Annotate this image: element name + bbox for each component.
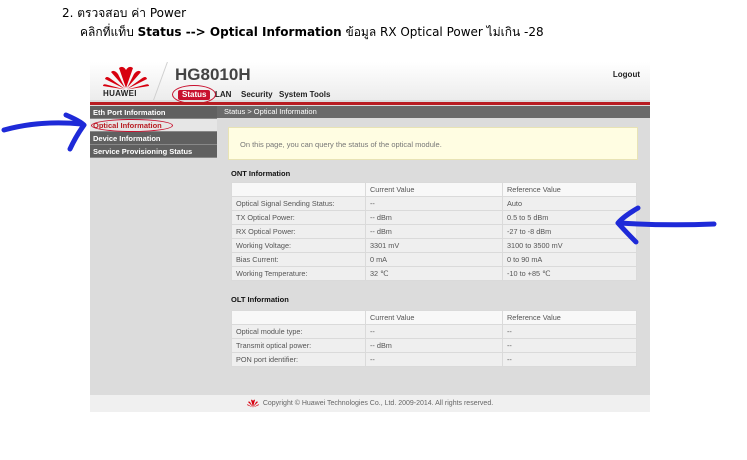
- header-cell: Current Value: [365, 182, 503, 197]
- logout-link[interactable]: Logout: [613, 70, 640, 79]
- tab-security[interactable]: Security: [241, 90, 273, 100]
- sidebar-item-device-information[interactable]: Device Information: [90, 132, 217, 145]
- copyright-text: Copyright © Huawei Technologies Co., Ltd…: [262, 400, 494, 407]
- header-cell: Reference Value: [502, 182, 637, 197]
- instruction-bold: Status --> Optical Information: [137, 25, 342, 39]
- olt-info-table: Current Value Reference Value Optical mo…: [231, 310, 637, 367]
- tab-lan[interactable]: LAN: [215, 90, 231, 100]
- header-cell: [231, 182, 366, 197]
- breadcrumb: Status > Optical Information: [217, 106, 650, 118]
- table-row: Working Voltage: 3301 mV 3100 to 3500 mV: [231, 238, 637, 253]
- row-label: Optical Signal Sending Status:: [231, 196, 366, 211]
- optical-item-highlight-circle: [91, 119, 173, 132]
- main-content: Status > Optical Information On this pag…: [217, 106, 650, 396]
- header-cell: [231, 310, 366, 325]
- info-notice: On this page, you can query the status o…: [228, 127, 638, 160]
- ont-info-table: Current Value Reference Value Optical Si…: [231, 182, 637, 281]
- row-label: Bias Current:: [231, 252, 366, 267]
- table-row: RX Optical Power: -- dBm -27 to -8 dBm: [231, 224, 637, 239]
- huawei-small-logo-icon: [246, 399, 259, 408]
- ont-section-title: ONT Information: [231, 169, 291, 178]
- current-value: 0 mA: [365, 252, 503, 267]
- current-value: 3301 mV: [365, 238, 503, 253]
- row-label: Working Voltage:: [231, 238, 366, 253]
- current-value: --: [365, 196, 503, 211]
- reference-value: -10 to +85 ℃: [502, 266, 637, 281]
- table-row: Optical module type: -- --: [231, 324, 637, 339]
- reference-value: --: [502, 338, 637, 353]
- header-cell: Reference Value: [502, 310, 637, 325]
- instruction-suffix: ข้อมูล RX Optical Power ไม่เกิน -28: [341, 25, 544, 39]
- reference-value: 0 to 90 mA: [502, 252, 637, 267]
- table-header-row: Current Value Reference Value: [231, 182, 637, 197]
- router-web-ui: HUAWEI HG8010H Logout Status LAN Securit…: [90, 62, 650, 412]
- row-label: Optical module type:: [231, 324, 366, 339]
- table-row: Bias Current: 0 mA 0 to 90 mA: [231, 252, 637, 267]
- current-value: -- dBm: [365, 210, 503, 225]
- model-name: HG8010H: [175, 65, 251, 84]
- brand-name: HUAWEI: [103, 89, 137, 98]
- annotation-arrow-left-icon: [615, 205, 717, 245]
- table-row: Transmit optical power: -- dBm --: [231, 338, 637, 353]
- current-value: --: [365, 324, 503, 339]
- table-row: TX Optical Power: -- dBm 0.5 to 5 dBm: [231, 210, 637, 225]
- row-label: TX Optical Power:: [231, 210, 366, 225]
- table-row: PON port identifier: -- --: [231, 352, 637, 367]
- header-separator: [153, 62, 168, 100]
- table-row: Optical Signal Sending Status: -- Auto: [231, 196, 637, 211]
- doc-heading: 2. ตรวจสอบ ค่า Power: [62, 6, 187, 20]
- row-label: Transmit optical power:: [231, 338, 366, 353]
- reference-value: --: [502, 324, 637, 339]
- sidebar-item-service-provisioning[interactable]: Service Provisioning Status: [90, 145, 217, 158]
- reference-value: --: [502, 352, 637, 367]
- instruction-prefix: คลิกที่แท็บ: [80, 25, 138, 39]
- olt-section-title: OLT Information: [231, 295, 289, 304]
- table-row: Working Temperature: 32 ℃ -10 to +85 ℃: [231, 266, 637, 281]
- current-value: -- dBm: [365, 224, 503, 239]
- header-cell: Current Value: [365, 310, 503, 325]
- header-red-bar: [90, 102, 650, 105]
- sidebar: Eth Port Information Optical Information…: [90, 106, 217, 158]
- row-label: RX Optical Power:: [231, 224, 366, 239]
- annotation-arrow-right-icon: [1, 112, 87, 152]
- footer: Copyright © Huawei Technologies Co., Ltd…: [90, 395, 650, 412]
- tab-system-tools[interactable]: System Tools: [279, 90, 330, 100]
- row-label: Working Temperature:: [231, 266, 366, 281]
- row-label: PON port identifier:: [231, 352, 366, 367]
- current-value: --: [365, 352, 503, 367]
- sidebar-item-eth-port[interactable]: Eth Port Information: [90, 106, 217, 119]
- doc-instruction: คลิกที่แท็บ Status --> Optical Informati…: [80, 24, 544, 40]
- current-value: -- dBm: [365, 338, 503, 353]
- current-value: 32 ℃: [365, 266, 503, 281]
- table-header-row: Current Value Reference Value: [231, 310, 637, 325]
